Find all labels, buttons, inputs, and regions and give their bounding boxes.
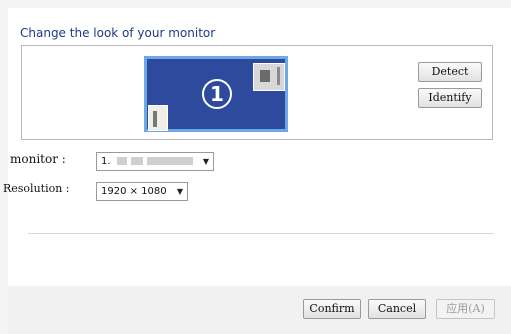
- chevron-down-icon: ▼: [176, 187, 183, 196]
- apply-button[interactable]: 应用(A): [436, 299, 495, 319]
- detect-button[interactable]: Detect: [418, 62, 482, 82]
- chevron-down-icon: ▼: [202, 157, 209, 166]
- resolution-label: Resolution :: [3, 182, 70, 195]
- window-thumbnail-icon: [253, 63, 285, 91]
- section-divider: [28, 233, 494, 234]
- cancel-button[interactable]: Cancel: [368, 299, 426, 319]
- monitor-number-badge: 1: [202, 79, 232, 109]
- document-thumbnail-icon: [148, 105, 168, 131]
- redacted-text: [131, 157, 143, 165]
- monitor-select[interactable]: 1. ▼: [96, 152, 214, 171]
- page-title: Change the look of your monitor: [20, 26, 216, 40]
- monitor-1-tile[interactable]: 1: [144, 56, 288, 132]
- monitor-select-value: 1.: [101, 156, 111, 167]
- resolution-select-value: 1920 × 1080: [101, 186, 167, 197]
- confirm-button[interactable]: Confirm: [303, 299, 361, 319]
- redacted-text: [147, 157, 193, 165]
- resolution-select[interactable]: 1920 × 1080 ▼: [96, 182, 188, 201]
- redacted-text: [117, 157, 127, 165]
- monitor-label: monitor :: [10, 152, 66, 166]
- identify-button[interactable]: Identify: [418, 88, 482, 108]
